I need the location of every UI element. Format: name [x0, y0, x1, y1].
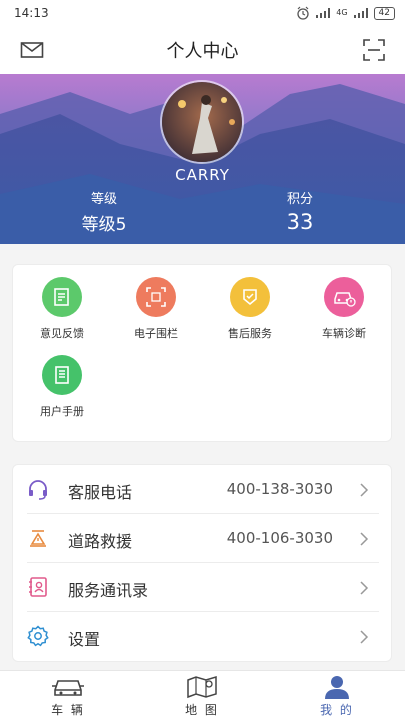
battery-indicator: 42 — [373, 6, 395, 20]
contacts-icon — [29, 577, 47, 597]
feature-grid: 意见反馈 电子围栏 售后服务 车辆诊断 用户手册 — [12, 264, 392, 442]
road-rescue-icon — [30, 530, 46, 547]
title-bar: 个人中心 — [0, 26, 405, 74]
feature-label: 用户手册 — [40, 405, 84, 418]
menu-label: 设置 — [68, 630, 101, 649]
avatar[interactable] — [160, 80, 244, 164]
hotline-number: 400-138-3030 — [226, 480, 333, 498]
page-title: 个人中心 — [166, 41, 239, 62]
feature-geofence[interactable]: 电子围栏 — [109, 277, 203, 341]
feedback-icon — [42, 277, 82, 317]
feature-label: 电子围栏 — [134, 327, 178, 340]
menu-label: 道路救援 — [68, 532, 133, 551]
feature-feedback[interactable]: 意见反馈 — [15, 277, 109, 341]
network-type: 4G — [336, 8, 348, 17]
headset-icon — [29, 480, 47, 500]
service-menu: 客服电话 400-138-3030 道路救援 400-106-3030 服务通讯… — [12, 464, 392, 662]
username: CARRY — [175, 166, 230, 184]
signal-icon — [316, 8, 331, 18]
status-time: 14:13 — [14, 6, 49, 20]
tab-label: 我 的 — [320, 703, 354, 717]
menu-label: 服务通讯录 — [68, 581, 149, 600]
tab-map[interactable]: 地 图 — [162, 675, 242, 718]
tab-mine[interactable]: 我 的 — [297, 675, 377, 718]
level-label: 等级 — [90, 192, 117, 207]
tab-label: 地 图 — [185, 703, 219, 717]
manual-icon — [42, 355, 82, 395]
geofence-icon — [136, 277, 176, 317]
bottom-tab-bar: 车 辆 地 图 我 的 — [0, 670, 405, 720]
menu-item-contacts[interactable]: 服务通讯录 — [13, 563, 393, 612]
feature-manual[interactable]: 用户手册 — [15, 355, 109, 419]
map-icon — [187, 675, 217, 699]
points-value: 33 — [286, 210, 314, 234]
chevron-right-icon — [360, 581, 369, 595]
menu-label: 客服电话 — [68, 483, 133, 502]
points-stat[interactable]: 积分 33 — [240, 188, 360, 234]
tab-label: 车 辆 — [51, 703, 85, 717]
feature-car-diagnosis[interactable]: 车辆诊断 — [297, 277, 391, 341]
settings-icon — [27, 625, 49, 647]
menu-item-road-rescue[interactable]: 道路救援 400-106-3030 — [13, 514, 393, 563]
person-icon — [325, 676, 349, 699]
tab-vehicle[interactable]: 车 辆 — [28, 675, 108, 718]
feature-label: 意见反馈 — [40, 327, 84, 340]
car-icon — [52, 680, 84, 696]
feature-label: 车辆诊断 — [322, 327, 366, 340]
points-label: 积分 — [286, 192, 313, 207]
feature-label: 售后服务 — [228, 327, 272, 340]
car-diagnosis-icon — [324, 277, 364, 317]
avatar-image — [162, 82, 242, 162]
menu-item-hotline[interactable]: 客服电话 400-138-3030 — [13, 465, 393, 514]
level-stat: 等级 等级5 — [44, 188, 164, 235]
profile-banner: CARRY 等级 等级5 积分 33 — [0, 74, 405, 244]
after-sales-icon — [230, 277, 270, 317]
alarm-icon — [297, 6, 309, 20]
menu-item-settings[interactable]: 设置 — [13, 612, 393, 661]
status-indicators: 4G 42 — [296, 6, 395, 20]
chevron-right-icon — [360, 532, 369, 546]
status-bar: 14:13 4G 42 — [0, 0, 405, 26]
signal-icon-2 — [353, 8, 368, 18]
level-value: 等级5 — [81, 215, 127, 235]
mail-icon[interactable] — [20, 40, 44, 60]
rescue-number: 400-106-3030 — [226, 529, 333, 547]
feature-after-sales[interactable]: 售后服务 — [203, 277, 297, 341]
scan-icon[interactable] — [363, 39, 385, 61]
chevron-right-icon — [360, 630, 369, 644]
chevron-right-icon — [360, 483, 369, 497]
